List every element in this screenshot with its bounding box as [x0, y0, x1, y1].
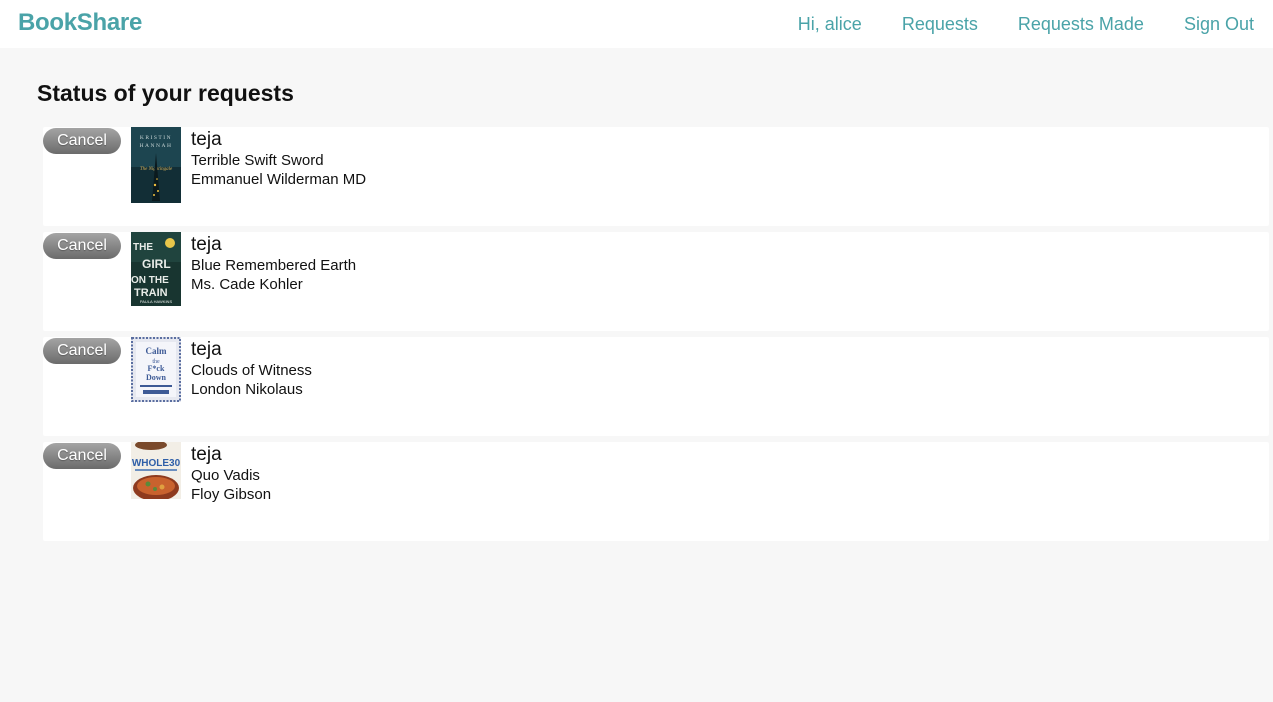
book-author: Ms. Cade Kohler [191, 276, 303, 293]
cancel-button[interactable]: Cancel [43, 443, 121, 469]
svg-text:THE: THE [133, 242, 153, 253]
page-title: Status of your requests [37, 80, 294, 106]
nav-greeting[interactable]: Hi, alice [798, 14, 862, 35]
svg-text:HANNAH: HANNAH [140, 143, 173, 149]
request-list: Cancel KRISTIN HANNAH The Nightingale te… [43, 127, 1269, 547]
nav-requests-made[interactable]: Requests Made [1018, 14, 1144, 35]
svg-text:WHOLE30: WHOLE30 [132, 458, 181, 469]
book-title: Terrible Swift Sword [191, 152, 324, 169]
request-owner: teja [191, 234, 222, 255]
request-card: Cancel THE GIRL ON THE TRAIN PAULA HAWKI… [43, 232, 1269, 331]
request-owner: teja [191, 129, 222, 150]
book-title: Clouds of Witness [191, 362, 312, 379]
request-info: teja Quo Vadis Floy Gibson [191, 444, 271, 504]
book-author: Floy Gibson [191, 486, 272, 503]
svg-text:F*ck: F*ck [148, 364, 165, 373]
brand-logo[interactable]: BookShare [18, 9, 142, 37]
cancel-button[interactable]: Cancel [43, 233, 121, 259]
nav-sign-out[interactable]: Sign Out [1184, 14, 1254, 35]
svg-text:PAULA HAWKINS: PAULA HAWKINS [140, 299, 173, 304]
request-card: Cancel Calm the F*ck Down teja Clouds of… [43, 337, 1269, 436]
cancel-button[interactable]: Cancel [43, 338, 121, 364]
book-cover-image: Calm the F*ck Down [131, 337, 181, 402]
book-author: Emmanuel Wilderman MD [191, 171, 367, 188]
request-info: teja Terrible Swift Sword Emmanuel Wilde… [191, 129, 366, 189]
request-card: Cancel KRISTIN HANNAH The Nightingale te… [43, 127, 1269, 226]
request-card: Cancel WHOLE30 teja Quo Vadis Floy Gibso… [43, 442, 1269, 541]
svg-text:KRISTIN: KRISTIN [140, 135, 172, 141]
navbar: BookShare Hi, alice Requests Requests Ma… [0, 0, 1273, 48]
nav-requests[interactable]: Requests [902, 14, 978, 35]
book-cover-image: WHOLE30 [131, 442, 181, 499]
request-owner: teja [191, 444, 222, 465]
nav-links: Hi, alice Requests Requests Made Sign Ou… [758, 14, 1254, 35]
request-owner: teja [191, 339, 222, 360]
request-info: teja Clouds of Witness London Nikolaus [191, 339, 312, 399]
svg-text:GIRL: GIRL [142, 257, 171, 271]
book-cover-image: THE GIRL ON THE TRAIN PAULA HAWKINS [131, 232, 181, 306]
svg-text:Calm: Calm [146, 346, 168, 356]
book-author: London Nikolaus [191, 381, 303, 398]
request-info: teja Blue Remembered Earth Ms. Cade Kohl… [191, 234, 356, 294]
cancel-button[interactable]: Cancel [43, 128, 121, 154]
book-cover-image: KRISTIN HANNAH The Nightingale [131, 127, 181, 203]
svg-text:ON THE: ON THE [131, 275, 169, 286]
book-title: Blue Remembered Earth [191, 257, 357, 274]
svg-text:Down: Down [146, 373, 167, 382]
svg-text:TRAIN: TRAIN [134, 287, 168, 299]
book-title: Quo Vadis [191, 467, 260, 484]
